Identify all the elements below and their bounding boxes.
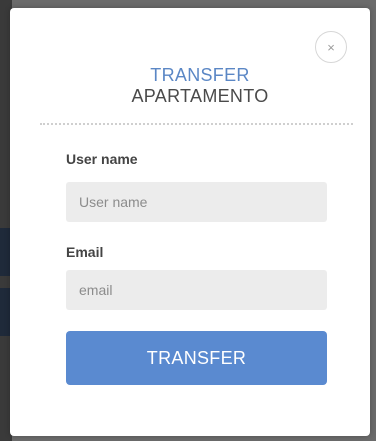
username-label: User name <box>66 151 138 167</box>
transfer-button[interactable]: TRANSFER <box>66 331 327 385</box>
close-button[interactable]: × <box>315 31 347 63</box>
title-divider <box>40 123 353 125</box>
username-input[interactable] <box>66 182 327 222</box>
modal-title-line2: APARTAMENTO <box>131 86 269 106</box>
email-input[interactable] <box>66 270 327 310</box>
email-label: Email <box>66 244 104 260</box>
close-icon: × <box>327 39 335 55</box>
modal-title-line1: TRANSFER <box>150 65 250 85</box>
transfer-modal: × TRANSFER APARTAMENTO User name Email T… <box>10 8 370 436</box>
modal-title: TRANSFER APARTAMENTO <box>10 65 376 107</box>
